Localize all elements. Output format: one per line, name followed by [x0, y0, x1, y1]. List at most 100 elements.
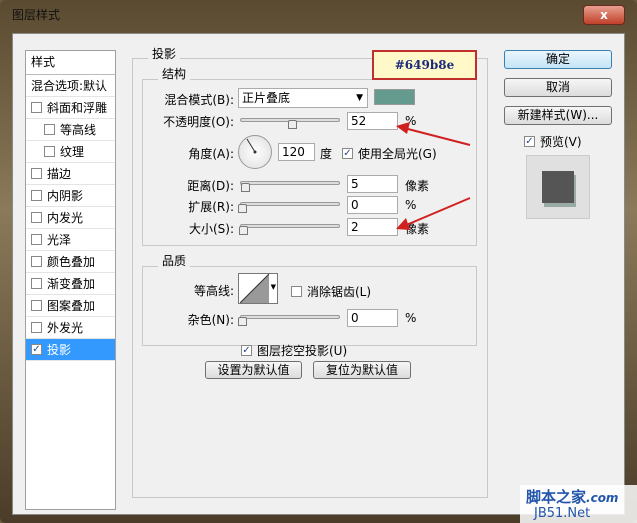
checkbox-unchecked-icon[interactable]: [31, 256, 42, 267]
noise-input[interactable]: 0: [347, 309, 398, 327]
style-list-header: 样式: [26, 51, 115, 75]
size-label: 大小(S):: [188, 222, 234, 236]
size-slider[interactable]: [240, 224, 340, 228]
style-list-item-label: 渐变叠加: [47, 277, 96, 291]
noise-slider-thumb[interactable]: [238, 317, 247, 326]
preview-checkbox[interactable]: ✓ 预览(V): [524, 133, 582, 150]
preview-box: [526, 155, 590, 219]
shadow-color-swatch[interactable]: [374, 89, 415, 105]
style-list-item-label: 斜面和浮雕: [47, 101, 108, 115]
reset-default-button[interactable]: 复位为默认值: [313, 361, 411, 379]
contour-picker[interactable]: ▼: [238, 273, 278, 304]
watermark-subtext: JB51.Net: [534, 506, 591, 521]
angle-label: 角度(A):: [188, 147, 234, 161]
checkbox-unchecked-icon[interactable]: [31, 322, 42, 333]
style-list-item[interactable]: ✓ 投影: [26, 339, 115, 361]
quality-group: [142, 266, 477, 346]
checkbox-unchecked-icon[interactable]: [31, 168, 42, 179]
style-list-item-label: 内阴影: [47, 189, 84, 203]
knockout-label: 图层挖空投影(U): [257, 344, 348, 358]
contour-label: 等高线:: [193, 284, 234, 298]
panel-title: 投影: [148, 45, 181, 62]
style-list-item[interactable]: 外发光: [26, 317, 115, 339]
spread-slider[interactable]: [240, 202, 340, 206]
preview-square: [542, 171, 574, 203]
noise-label: 杂色(N):: [187, 313, 234, 327]
style-list-item[interactable]: 斜面和浮雕: [26, 97, 115, 119]
watermark-text: 脚本之家: [526, 488, 587, 506]
knockout-checkbox[interactable]: ✓ 图层挖空投影(U): [241, 342, 347, 359]
opacity-slider-thumb[interactable]: [288, 120, 297, 129]
style-list-item[interactable]: 内发光: [26, 207, 115, 229]
style-list-item-label: 外发光: [47, 321, 84, 335]
style-list-item[interactable]: 内阴影: [26, 185, 115, 207]
noise-slider[interactable]: [240, 315, 340, 319]
arrowhead-icon: [396, 218, 410, 230]
style-list-item[interactable]: 混合选项:默认: [26, 75, 115, 97]
cancel-button[interactable]: 取消: [504, 78, 612, 97]
make-default-button[interactable]: 设置为默认值: [205, 361, 302, 379]
antialias-label: 消除锯齿(L): [307, 285, 372, 299]
checkbox-unchecked-icon[interactable]: [44, 124, 55, 135]
angle-unit: 度: [320, 147, 333, 161]
angle-input[interactable]: 120: [278, 143, 315, 161]
style-list-item[interactable]: 渐变叠加: [26, 273, 115, 295]
checkbox-unchecked-icon[interactable]: [31, 278, 42, 289]
arrow-icon: [403, 127, 471, 146]
checkbox-unchecked-icon: [291, 286, 302, 297]
watermark-logo: 脚本之家.com JB51.Net: [520, 485, 637, 523]
checkbox-unchecked-icon[interactable]: [44, 146, 55, 157]
checkbox-unchecked-icon[interactable]: [31, 102, 42, 113]
angle-dial[interactable]: [238, 135, 272, 169]
watermark-text-com: .com: [586, 491, 619, 505]
color-annotation: #649b8e: [372, 50, 477, 80]
blend-mode-value: 正片叠底: [242, 91, 291, 105]
style-list-item[interactable]: 颜色叠加: [26, 251, 115, 273]
checkbox-checked-icon: ✓: [241, 345, 252, 356]
checkbox-unchecked-icon[interactable]: [31, 300, 42, 311]
style-list-item[interactable]: 描边: [26, 163, 115, 185]
contour-preview-icon: [240, 274, 270, 303]
chevron-down-icon: ▼: [356, 93, 363, 103]
chevron-down-icon: ▼: [270, 283, 276, 291]
structure-title: 结构: [158, 65, 191, 82]
style-list-item[interactable]: 图案叠加: [26, 295, 115, 317]
arrowhead-icon: [396, 122, 410, 134]
style-list-item-label: 颜色叠加: [47, 255, 96, 269]
style-list-item[interactable]: 纹理: [26, 141, 115, 163]
style-list-item-label: 混合选项:默认: [31, 79, 108, 93]
style-list-item[interactable]: 等高线: [26, 119, 115, 141]
distance-slider-thumb[interactable]: [241, 183, 250, 192]
checkbox-checked-icon: ✓: [342, 148, 353, 159]
annotation-arrows: [396, 122, 471, 230]
style-list-item-label: 内发光: [47, 211, 84, 225]
arrow-icon: [403, 197, 471, 227]
opacity-label: 不透明度(O):: [163, 115, 234, 129]
distance-slider[interactable]: [240, 181, 340, 185]
checkbox-unchecked-icon[interactable]: [31, 190, 42, 201]
spread-slider-thumb[interactable]: [238, 204, 247, 213]
spread-label: 扩展(R):: [188, 200, 234, 214]
distance-label: 距离(D):: [187, 179, 234, 193]
size-slider-thumb[interactable]: [239, 226, 248, 235]
noise-unit: %: [405, 311, 417, 325]
style-list: 样式 混合选项:默认斜面和浮雕等高线纹理描边内阴影内发光光泽颜色叠加渐变叠加图案…: [25, 50, 116, 510]
ok-button[interactable]: 确定: [504, 50, 612, 69]
quality-title: 品质: [158, 252, 191, 269]
style-list-item-label: 等高线: [60, 123, 97, 137]
style-list-item-label: 图案叠加: [47, 299, 96, 313]
checkbox-unchecked-icon[interactable]: [31, 212, 42, 223]
style-list-item-label: 描边: [47, 167, 72, 181]
new-style-button[interactable]: 新建样式(W)...: [504, 106, 612, 125]
close-button[interactable]: x: [583, 5, 625, 25]
checkbox-unchecked-icon[interactable]: [31, 234, 42, 245]
style-list-item-label: 光泽: [47, 233, 72, 247]
window-title: 图层样式: [12, 8, 61, 22]
blend-mode-select[interactable]: 正片叠底 ▼: [238, 88, 368, 108]
blend-mode-label: 混合模式(B):: [164, 93, 234, 107]
checkbox-checked-icon: ✓: [524, 136, 535, 147]
antialias-checkbox[interactable]: 消除锯齿(L): [291, 283, 371, 300]
style-list-item[interactable]: 光泽: [26, 229, 115, 251]
style-list-item-label: 纹理: [60, 145, 85, 159]
checkbox-checked-icon[interactable]: ✓: [31, 344, 42, 355]
